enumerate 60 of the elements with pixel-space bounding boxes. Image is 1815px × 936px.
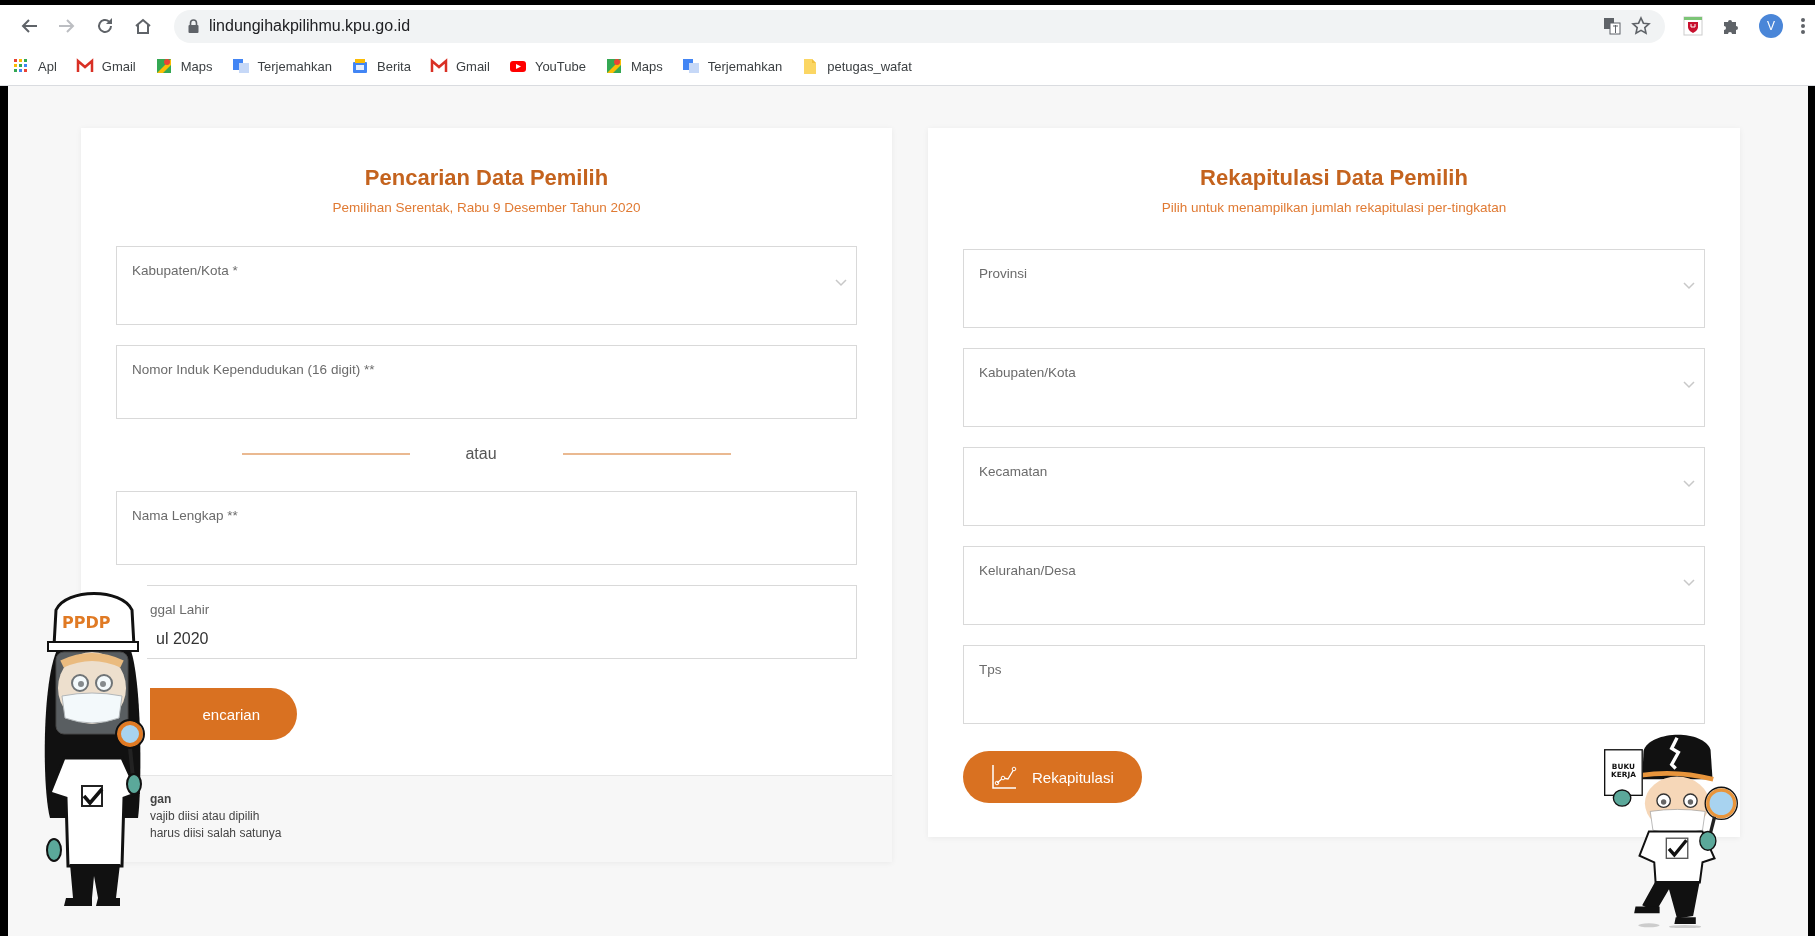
chevron-down-icon — [1683, 381, 1695, 389]
bookmark-link[interactable]: Terjemahkan — [231, 57, 332, 75]
field-label: Nama Lengkap ** — [132, 508, 238, 523]
card-title: Pencarian Data Pemilih — [364, 165, 609, 191]
input-field[interactable]: Tps — [963, 645, 1705, 724]
star-icon[interactable] — [1631, 16, 1651, 36]
url-text: lindungihakpilihmu.kpu.go.id — [209, 17, 412, 35]
translate-icon — [681, 57, 700, 75]
lock-icon — [188, 19, 199, 33]
field-label: Kecamatan — [979, 464, 1048, 479]
field-label: ggal Lahir — [150, 602, 210, 617]
mail-icon — [429, 57, 448, 75]
menu-icon[interactable] — [1801, 17, 1805, 35]
card-title: Rekapitulasi Data Pemilih — [1200, 165, 1468, 191]
bookmark-link[interactable]: Berita — [351, 57, 411, 75]
translate-icon[interactable] — [1603, 17, 1621, 35]
shield-extension-icon[interactable] — [1683, 16, 1703, 36]
bookmark-link[interactable]: Gmail — [75, 57, 136, 75]
input-field[interactable]: Nama Lengkap ** — [116, 491, 857, 565]
card-subtitle: Pilih untuk menampilkan jumlah rekapitulasi per-tingkatan — [1161, 200, 1507, 215]
field-value: ul 2020 — [156, 630, 209, 648]
field-label: Kabupaten/Kota — [979, 365, 1076, 380]
chevron-down-icon — [1683, 579, 1695, 587]
select-field[interactable]: Kecamatan — [963, 447, 1705, 526]
translate-icon — [231, 57, 250, 75]
bookmark-link[interactable]: petugas_wafat — [801, 57, 912, 75]
select-field[interactable]: Kabupaten/Kota — [963, 348, 1705, 427]
bookmark-link[interactable]: Terjemahkan — [681, 57, 783, 75]
cap-text: PPDP — [62, 613, 111, 632]
bookmark-link[interactable]: Maps — [154, 57, 213, 75]
field-label: Nomor Induk Kependudukan (16 digit) ** — [132, 362, 375, 377]
field-label: Kabupaten/Kota * — [132, 263, 238, 278]
note-text: vajib diisi atau dipilih — [150, 809, 260, 823]
field-label: Provinsi — [979, 266, 1027, 281]
bookmark-link[interactable]: YouTube — [508, 57, 586, 75]
bookmark-link[interactable]: Maps — [605, 57, 663, 75]
select-field[interactable]: Kabupaten/Kota * — [116, 246, 857, 325]
select-field[interactable]: Kelurahan/Desa — [963, 546, 1705, 625]
newspaper-icon — [351, 57, 369, 75]
field-label: Kelurahan/Desa — [979, 563, 1076, 578]
field-label: Tps — [979, 662, 1002, 677]
bookmark-link[interactable]: Apl — [12, 57, 57, 75]
bookmark-link[interactable]: Gmail — [429, 57, 490, 75]
chart-icon — [991, 764, 1017, 790]
input-field[interactable]: ggal Lahir ul 2020 — [147, 585, 857, 659]
note-text: harus diisi salah satunya — [150, 826, 282, 840]
mail-icon — [75, 57, 94, 75]
input-field[interactable]: Nomor Induk Kependudukan (16 digit) ** — [116, 345, 857, 419]
map-icon — [605, 57, 623, 75]
separator-text: atau — [465, 445, 497, 463]
card-subtitle: Pemilihan Serentak, Rabu 9 Desember Tahun 2020 — [332, 200, 641, 215]
select-field[interactable]: Provinsi — [963, 249, 1705, 328]
profile-avatar[interactable]: V — [1759, 14, 1783, 38]
apps-grid-icon — [12, 57, 30, 75]
map-icon — [154, 57, 173, 75]
chevron-down-icon — [1683, 480, 1695, 488]
notes-title: gan — [150, 792, 172, 806]
chevron-down-icon — [835, 279, 847, 287]
address-bar[interactable]: lindungihakpilihmu.kpu.go.id — [174, 9, 1665, 43]
chevron-down-icon — [1683, 282, 1695, 290]
